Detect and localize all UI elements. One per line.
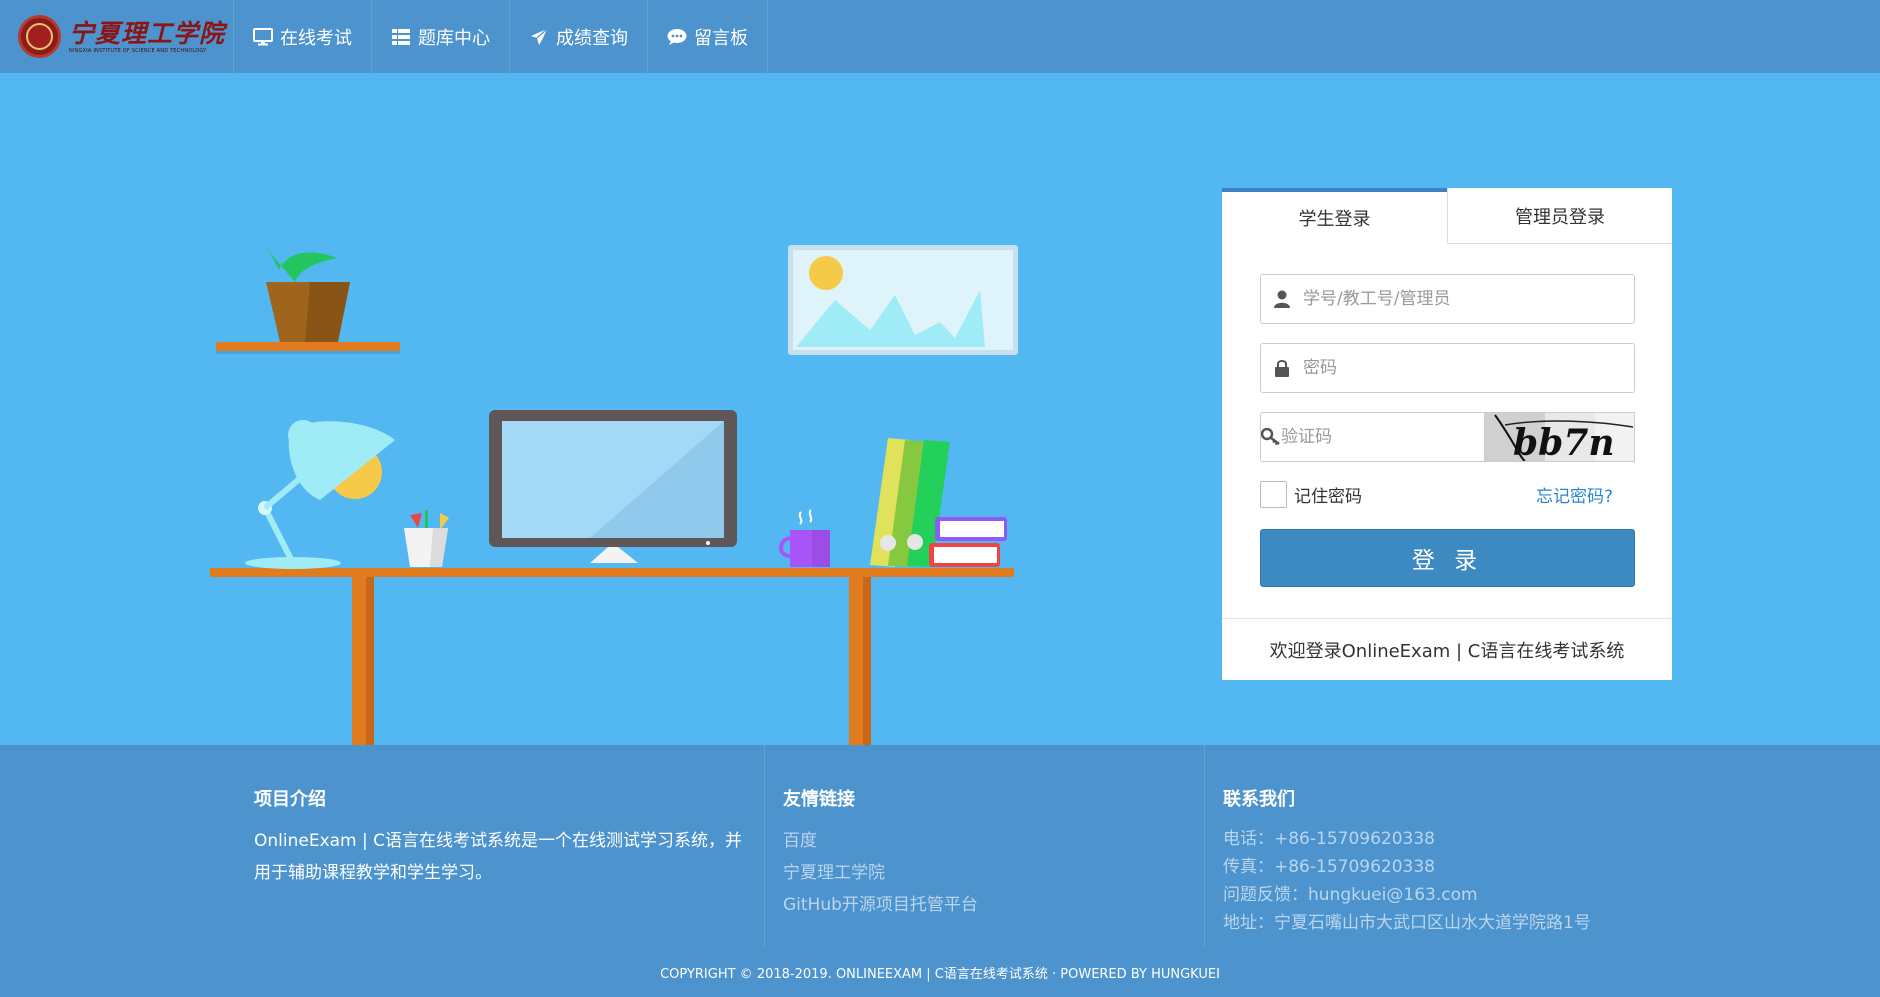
lock-icon xyxy=(1261,344,1303,392)
desk-lamp-icon xyxy=(245,420,395,569)
picture-frame-icon xyxy=(788,245,1018,355)
user-icon xyxy=(1261,275,1303,323)
remember-label: 记住密码 xyxy=(1294,486,1362,507)
username-input[interactable] xyxy=(1303,276,1634,322)
nav-item-online-exam[interactable]: 在线考试 xyxy=(234,0,372,73)
captcha-field xyxy=(1260,412,1500,462)
nav-label: 题库中心 xyxy=(418,27,490,49)
login-panel: 学生登录 管理员登录 学号/教工号/管理员 验证码 bb7n 记住密码 忘记密码… xyxy=(1222,188,1672,680)
footer: 项目介绍 OnlineExam | C语言在线考试系统是一个在线测试学习系统，并… xyxy=(0,745,1880,997)
footer-about: 项目介绍 OnlineExam | C语言在线考试系统是一个在线测试学习系统，并… xyxy=(254,745,763,947)
plant-shelf-icon xyxy=(216,248,400,354)
captcha-input[interactable] xyxy=(1281,414,1500,460)
desktop-icon xyxy=(253,27,273,47)
school-seal-icon xyxy=(18,15,61,58)
tab-student-login[interactable]: 学生登录 xyxy=(1222,188,1447,244)
password-input[interactable] xyxy=(1303,345,1634,391)
paper-plane-icon xyxy=(529,27,549,47)
footer-link-github[interactable]: GitHub开源项目托管平台 xyxy=(783,889,1203,921)
captcha-text: bb7n xyxy=(1513,422,1615,462)
contact-fax: 传真：+86-15709620338 xyxy=(1223,857,1435,877)
nav-label: 成绩查询 xyxy=(556,27,628,49)
username-field xyxy=(1260,274,1635,324)
nav-label: 留言板 xyxy=(694,27,748,49)
footer-link-nxist[interactable]: 宁夏理工学院 xyxy=(783,857,1203,889)
footer-links-title: 友情链接 xyxy=(783,789,855,810)
tab-admin-login[interactable]: 管理员登录 xyxy=(1447,188,1672,244)
login-button[interactable]: 登 录 xyxy=(1260,529,1635,587)
desk-icon xyxy=(210,568,1014,745)
top-navbar: 宁夏理工学院 NINGXIA INSTITUTE OF SCIENCE AND … xyxy=(0,0,1880,73)
copyright-text: COPYRIGHT © 2018-2019. ONLINEEXAM | C语言在… xyxy=(660,967,1220,982)
remember-password[interactable]: 记住密码 xyxy=(1260,480,1362,508)
welcome-text: 欢迎登录OnlineExam | C语言在线考试系统 xyxy=(1222,618,1672,680)
password-field xyxy=(1260,343,1635,393)
remember-checkbox[interactable] xyxy=(1260,480,1287,508)
key-icon xyxy=(1261,413,1281,461)
table-list-icon xyxy=(391,27,411,47)
coffee-mug-icon xyxy=(779,509,830,567)
footer-about-text: OnlineExam | C语言在线考试系统是一个在线测试学习系统，并用于辅助课… xyxy=(254,831,743,883)
footer-contact: 联系我们 电话：+86-15709620338 传真：+86-157096203… xyxy=(1204,745,1664,947)
contact-phone: 电话：+86-15709620338 xyxy=(1223,829,1435,849)
contact-address: 地址：宁夏石嘴山市大武口区山水大道学院路1号 xyxy=(1223,913,1591,933)
brand-name-cn: 宁夏理工学院 xyxy=(69,18,226,48)
monitor-icon xyxy=(489,410,737,563)
captcha-image[interactable]: bb7n xyxy=(1485,412,1635,462)
footer-link-baidu[interactable]: 百度 xyxy=(783,825,1203,857)
nav-label: 在线考试 xyxy=(280,27,352,49)
brand-logo[interactable]: 宁夏理工学院 NINGXIA INSTITUTE OF SCIENCE AND … xyxy=(0,0,234,73)
footer-about-title: 项目介绍 xyxy=(254,789,326,810)
pen-cup-icon xyxy=(404,510,449,567)
forgot-password-link[interactable]: 忘记密码? xyxy=(1536,482,1613,507)
nav-item-question-bank[interactable]: 题库中心 xyxy=(372,0,510,73)
contact-email: 问题反馈：hungkuei@163.com xyxy=(1223,885,1478,905)
nav-item-score-query[interactable]: 成绩查询 xyxy=(510,0,648,73)
brand-name-en: NINGXIA INSTITUTE OF SCIENCE AND TECHNOL… xyxy=(69,47,207,54)
footer-contact-title: 联系我们 xyxy=(1223,789,1295,810)
desk-illustration xyxy=(0,73,1220,745)
footer-links: 友情链接 百度 宁夏理工学院 GitHub开源项目托管平台 xyxy=(764,745,1203,947)
comment-dots-icon xyxy=(667,27,687,47)
book-stack-icon xyxy=(929,517,1007,567)
nav-item-message-board[interactable]: 留言板 xyxy=(648,0,768,73)
